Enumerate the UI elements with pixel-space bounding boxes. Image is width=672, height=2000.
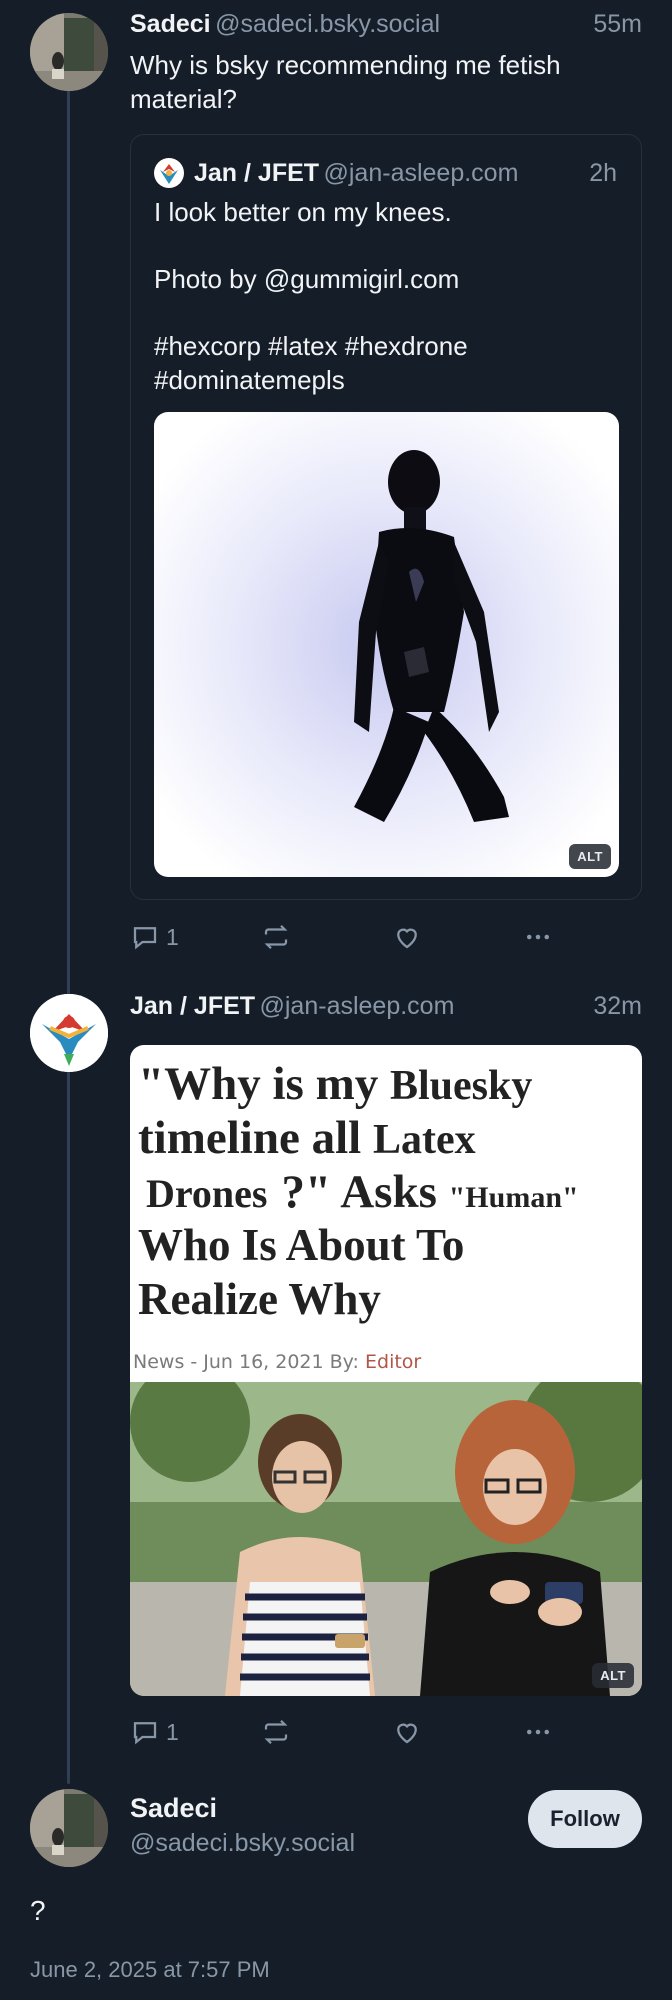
post-text: Why is bsky recommending me fetish mater… [130, 50, 561, 114]
quote-image[interactable]: ALT [154, 412, 619, 877]
headline-line: timeline all Latex [138, 1112, 476, 1164]
quote-avatar [154, 158, 184, 188]
article-meta: News - Jun 16, 2021 By: Editor [133, 1351, 422, 1373]
alt-badge[interactable]: ALT [592, 1663, 634, 1688]
avatar-image [30, 994, 108, 1072]
repost-icon [264, 1719, 288, 1745]
follow-button[interactable]: Follow [528, 1790, 642, 1848]
headline-line: "Why is my Bluesky [138, 1058, 533, 1110]
author-name[interactable]: Sadeci [130, 10, 211, 38]
reply-button[interactable]: 1 [130, 1717, 179, 1747]
post-time[interactable]: 55m [593, 10, 642, 39]
thread-line [67, 84, 70, 1784]
repost-button[interactable] [261, 922, 291, 952]
like-button[interactable] [392, 922, 422, 952]
quote-text-line: #hexcorp #latex #hexdrone [154, 331, 468, 361]
reply-icon [133, 1722, 157, 1745]
reply-count: 1 [166, 1718, 179, 1745]
avatar-image [30, 1789, 108, 1867]
reply-count: 1 [166, 923, 179, 950]
quote-author-name[interactable]: Jan / JFET [194, 159, 319, 187]
repost-icon [264, 924, 288, 950]
avatar[interactable] [30, 1789, 108, 1867]
alt-badge[interactable]: ALT [569, 844, 611, 869]
like-button[interactable] [392, 1717, 422, 1747]
author-handle[interactable]: @sadeci.bsky.social [215, 10, 440, 38]
more-button[interactable] [523, 922, 553, 952]
more-icon [527, 934, 549, 940]
post-text: ? [30, 1895, 46, 1926]
avatar[interactable] [30, 13, 108, 91]
quote-author-handle[interactable]: @jan-asleep.com [324, 159, 519, 187]
quote-text-line: I look better on my knees. [154, 197, 452, 227]
quote-time: 2h [589, 159, 617, 187]
headline-line: Drones ?" Asks "Human" [146, 1166, 579, 1218]
post-time[interactable]: 32m [593, 992, 642, 1021]
article-photo [130, 1382, 642, 1696]
author-name[interactable]: Jan / JFET [130, 992, 255, 1020]
reply-icon [133, 927, 157, 950]
headline-line: Realize Why [138, 1274, 381, 1324]
author-handle[interactable]: @sadeci.bsky.social [130, 1829, 355, 1858]
quote-text-line: Photo by @gummigirl.com [154, 264, 460, 294]
repost-button[interactable] [261, 1717, 291, 1747]
post-image[interactable]: "Why is my Bluesky timeline all Latex Dr… [130, 1045, 642, 1696]
like-icon [397, 1723, 417, 1744]
like-icon [397, 928, 417, 949]
author-handle[interactable]: @jan-asleep.com [260, 992, 455, 1020]
quote-text-line: #dominatemepls [154, 365, 345, 395]
headline-line: Who Is About To [138, 1220, 465, 1270]
more-button[interactable] [523, 1717, 553, 1747]
more-icon [527, 1729, 549, 1735]
avatar[interactable] [30, 994, 108, 1072]
latex-figure-photo [154, 412, 619, 877]
reply-button[interactable]: 1 [130, 922, 179, 952]
author-name[interactable]: Sadeci [130, 1793, 217, 1824]
avatar-image [30, 13, 108, 91]
post-timestamp: June 2, 2025 at 7:57 PM [30, 1957, 270, 1982]
